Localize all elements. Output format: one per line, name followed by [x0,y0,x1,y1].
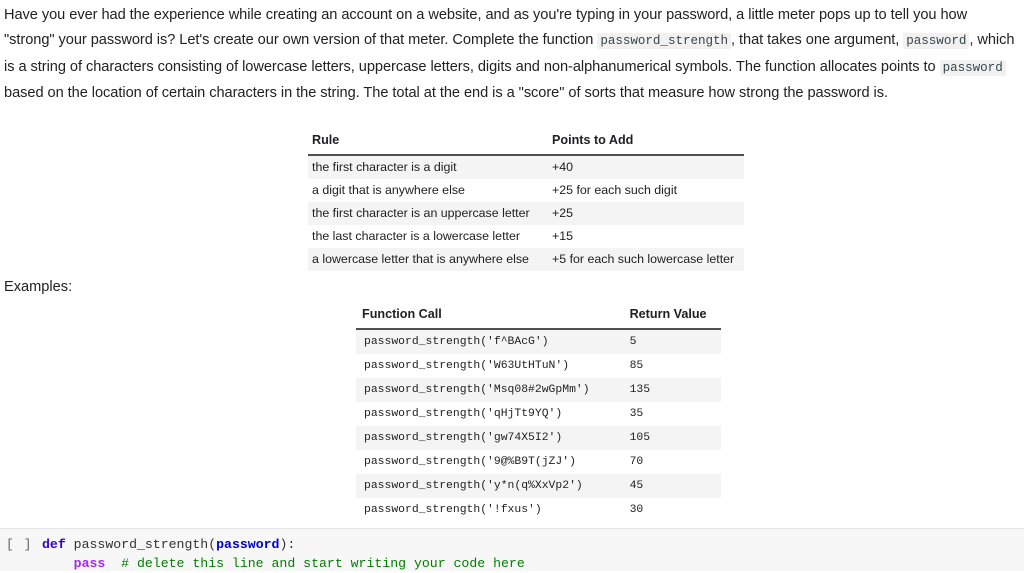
examples-label: Examples: [4,279,73,295]
table-row: password_strength('gw74X5I2') 105 [356,426,721,450]
function-call: password_strength('9@%B9T(jZJ') [364,456,576,468]
rule-points: +25 [552,206,574,220]
rule-text: a lowercase letter that is anywhere else [312,252,529,266]
problem-description: Have you ever had the experience while c… [4,3,1020,106]
notebook-code-cell[interactable]: [ ] def password_strength(password): pas… [0,528,1024,571]
function-call: password_strength('!fxus') [364,504,542,516]
scoring-rules-table: Rule Points to Add the first character i… [308,133,745,271]
return-value: 105 [629,432,651,444]
table-row: the first character is a digit +40 [308,155,745,179]
table-row: a digit that is anywhere else +25 for ea… [308,179,745,202]
rule-points: +25 for each such digit [552,183,678,197]
rule-text: the first character is a digit [312,160,457,174]
table-row: the first character is an uppercase lett… [308,202,745,225]
examples-header-call: Function Call [356,307,604,330]
table-row: password_strength('Msq08#2wGpMm') 135 [356,378,721,402]
rules-header-rule: Rule [308,133,548,156]
table-row: password_strength('f^BAcG') 5 [356,329,721,354]
table-row: password_strength('9@%B9T(jZJ') 70 [356,450,721,474]
table-row: the last character is a lowercase letter… [308,225,745,248]
examples-header-return: Return Value [603,307,721,330]
examples-table-head: Function Call Return Value [356,307,721,330]
examples-table-body: password_strength('f^BAcG') 5 password_s… [356,329,721,522]
rule-points: +40 [552,160,574,174]
return-value: 30 [629,504,644,516]
function-name: password_strength [73,537,209,552]
close-paren-colon: ): [279,537,296,552]
table-row: password_strength('y*n(q%XxVp2') 45 [356,474,721,498]
rules-header-row: Rule Points to Add [308,133,745,156]
inline-code-password-strength: password_strength [597,33,732,50]
code-gap [105,556,121,571]
inline-code-password-arg: password [903,33,970,50]
rules-header-points: Points to Add [548,133,745,156]
return-value: 45 [629,480,644,492]
rules-table-body: the first character is a digit +40 a dig… [308,155,745,271]
rules-table-head: Rule Points to Add [308,133,745,156]
rule-points: +15 [552,229,574,243]
examples-header-row: Function Call Return Value [356,307,721,330]
intro-text-part-4: based on the location of certain charact… [4,84,888,101]
code-comment: # delete this line and start writing you… [121,555,525,571]
intro-text-part-2: , that takes one argument, [731,32,904,49]
examples-table: Function Call Return Value password_stre… [356,307,721,522]
function-call: password_strength('f^BAcG') [364,336,549,348]
function-call: password_strength('qHjTt9YQ') [364,408,563,420]
inline-code-password-ref: password [939,59,1006,76]
table-row: password_strength('qHjTt9YQ') 35 [356,402,721,426]
function-call: password_strength('y*n(q%XxVp2') [364,480,583,492]
keyword-pass: pass [73,555,106,571]
parameter-password: password [216,537,280,552]
rule-text: the last character is a lowercase letter [312,229,520,243]
open-paren: ( [208,537,217,552]
table-row: password_strength('W63UtHTuN') 85 [356,354,721,378]
return-value: 35 [629,408,644,420]
rule-points: +5 for each such lowercase letter [552,252,735,266]
code-editor-area[interactable]: def password_strength(password): pass # … [42,536,525,573]
keyword-def: def [42,537,66,552]
table-row: a lowercase letter that is anywhere else… [308,248,745,271]
rule-text: the first character is an uppercase lett… [312,206,530,220]
function-call: password_strength('W63UtHTuN') [364,360,570,372]
function-call: password_strength('gw74X5I2') [364,432,563,444]
run-cell-prompt[interactable]: [ ] [6,537,40,552]
rule-text: a digit that is anywhere else [312,183,465,197]
return-value: 85 [629,360,644,372]
function-call: password_strength('Msq08#2wGpMm') [364,384,590,396]
return-value: 135 [629,384,651,396]
return-value: 70 [629,456,644,468]
table-row: password_strength('!fxus') 30 [356,498,721,522]
return-value: 5 [629,336,637,348]
